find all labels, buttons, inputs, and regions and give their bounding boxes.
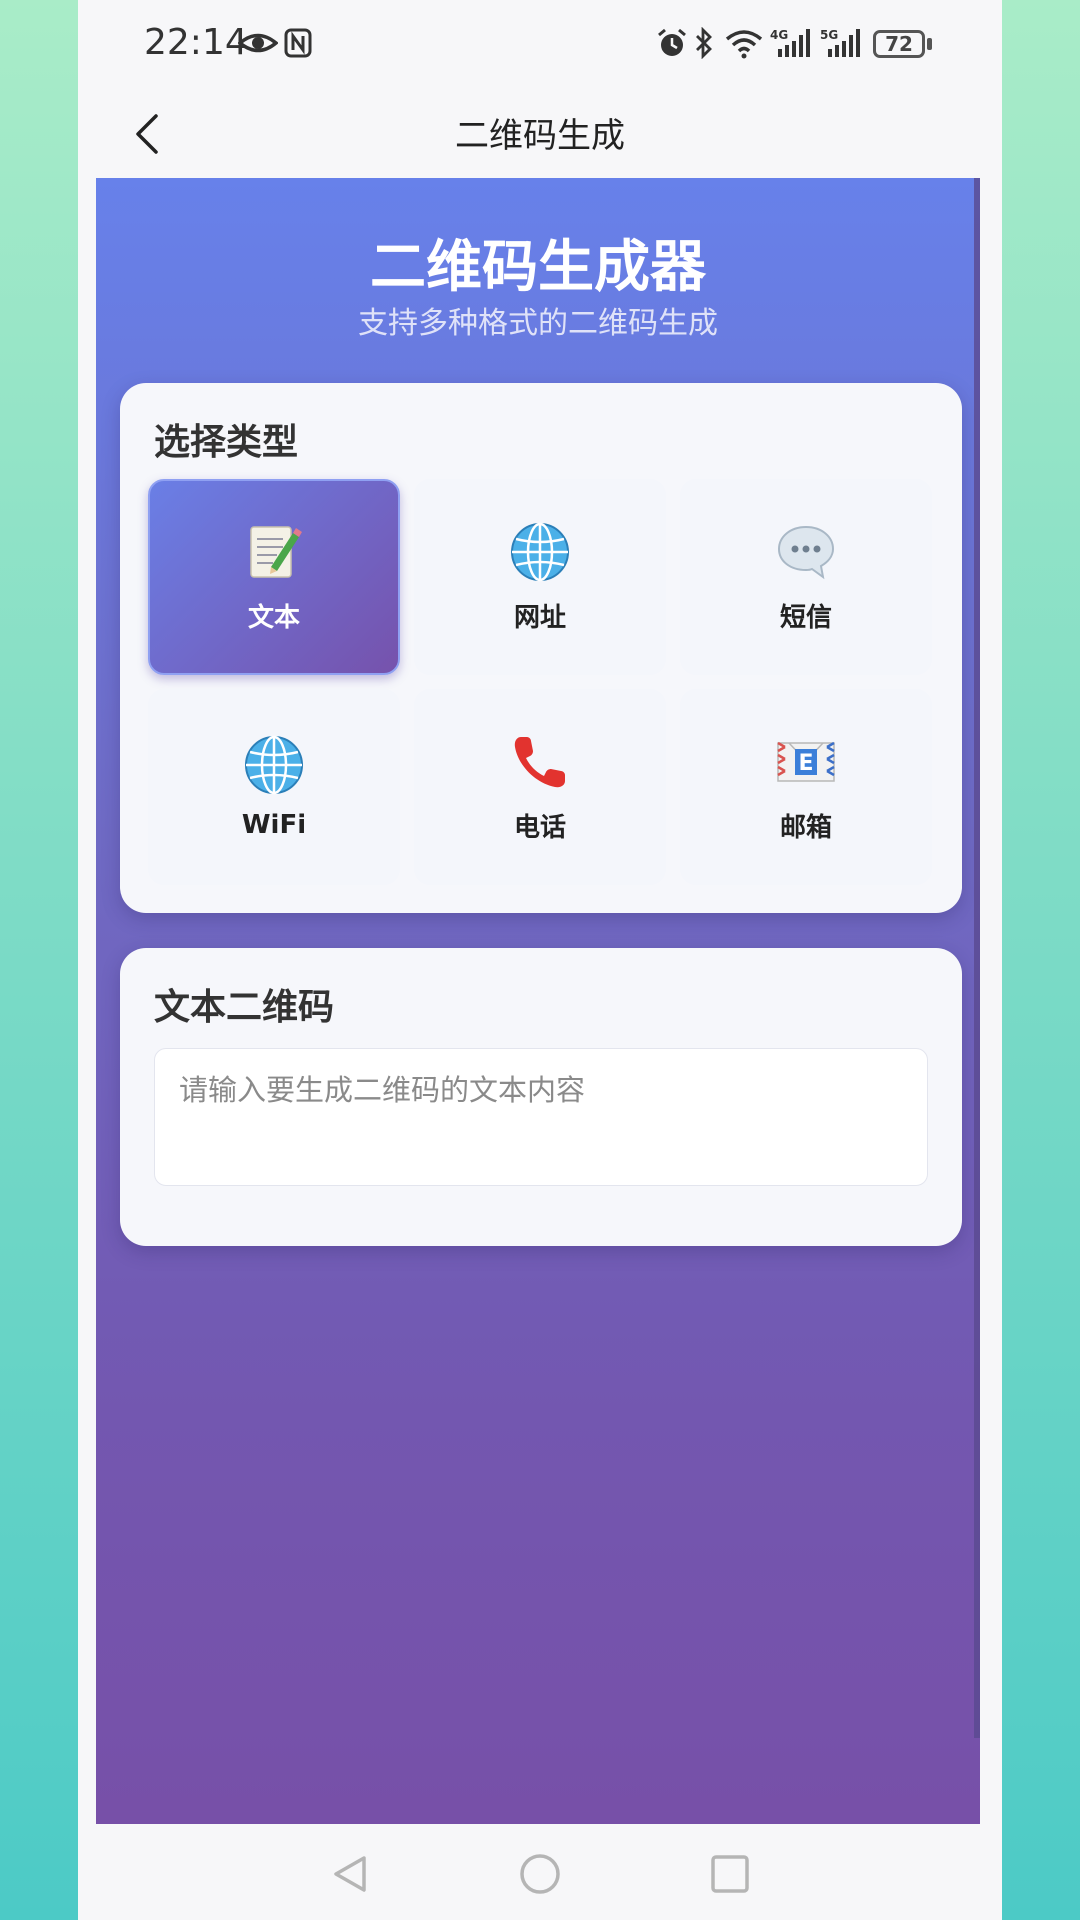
memo-icon bbox=[250, 525, 302, 578]
hero-title: 二维码生成器 bbox=[370, 235, 706, 300]
type-wifi-label: WiFi bbox=[241, 810, 307, 840]
type-email-label: 邮箱 bbox=[779, 812, 832, 843]
signal-5g-icon: 5G bbox=[820, 26, 862, 60]
triangle-back-icon bbox=[334, 1856, 366, 1892]
nav-back-button[interactable] bbox=[328, 1852, 372, 1896]
hero-subtitle: 支持多种格式的二维码生成 bbox=[358, 306, 718, 341]
type-url-label: 网址 bbox=[513, 602, 566, 633]
type-sms-tile[interactable]: 短信 bbox=[680, 479, 932, 675]
type-phone-tile[interactable]: 电话 bbox=[414, 689, 666, 885]
battery-level: 72 bbox=[885, 32, 913, 56]
telephone-icon bbox=[514, 736, 565, 787]
wifi-icon bbox=[724, 26, 764, 60]
scrollbar[interactable] bbox=[974, 178, 980, 1738]
system-nav-bar bbox=[78, 1824, 1002, 1920]
globe-icon bbox=[245, 735, 303, 795]
square-recents-icon bbox=[711, 1855, 749, 1893]
envelope-icon: E bbox=[777, 741, 835, 782]
globe-icon bbox=[511, 522, 569, 581]
alarm-icon bbox=[656, 26, 688, 60]
eye-icon bbox=[238, 26, 278, 60]
svg-text:5G: 5G bbox=[820, 28, 838, 42]
nfc-icon bbox=[284, 26, 312, 60]
type-email-tile[interactable]: E 邮箱 bbox=[680, 689, 932, 885]
phone-screen: 22:14 4G 5G 72 二维码生成 二维码生成器 支持多种格式的二维码生成… bbox=[78, 0, 1002, 1920]
signal-4g-icon: 4G bbox=[770, 26, 812, 60]
type-text-tile[interactable]: 文本 bbox=[148, 479, 400, 675]
main-content[interactable]: 二维码生成器 支持多种格式的二维码生成 选择类型 文本 网址 短信 WiFi 电… bbox=[96, 178, 980, 1824]
type-url-tile[interactable]: 网址 bbox=[414, 479, 666, 675]
input-card-title: 文本二维码 bbox=[154, 987, 335, 1028]
type-select-card: 选择类型 文本 网址 短信 WiFi 电话 E 邮箱 bbox=[120, 383, 962, 913]
text-content-input[interactable] bbox=[154, 1048, 928, 1186]
circle-home-icon bbox=[520, 1854, 560, 1894]
type-sms-label: 短信 bbox=[779, 602, 832, 633]
type-phone-label: 电话 bbox=[513, 812, 566, 843]
status-time: 22:14 bbox=[144, 22, 248, 63]
type-card-title: 选择类型 bbox=[154, 422, 299, 463]
type-text-label: 文本 bbox=[247, 602, 300, 633]
bluetooth-icon bbox=[694, 26, 714, 60]
page-title: 二维码生成 bbox=[455, 116, 625, 156]
nav-home-button[interactable] bbox=[518, 1852, 562, 1896]
type-wifi-tile[interactable]: WiFi bbox=[148, 689, 400, 885]
battery-icon: 72 bbox=[873, 30, 925, 58]
speech-bubble-icon bbox=[777, 525, 835, 579]
battery-tip bbox=[927, 38, 932, 50]
svg-text:E: E bbox=[798, 751, 813, 776]
status-bar: 22:14 4G 5G 72 bbox=[78, 0, 1002, 90]
svg-text:4G: 4G bbox=[770, 28, 788, 42]
text-input-card: 文本二维码 bbox=[120, 948, 962, 1246]
nav-recents-button[interactable] bbox=[708, 1852, 752, 1896]
app-bar: 二维码生成 bbox=[78, 90, 1002, 178]
